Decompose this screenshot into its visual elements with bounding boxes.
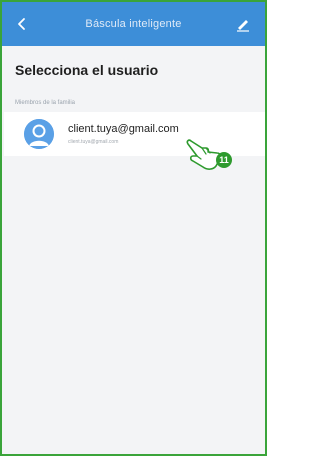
user-icon — [24, 119, 54, 149]
header-title: Báscula inteligente — [85, 18, 182, 30]
page-title: Selecciona el usuario — [15, 62, 159, 78]
section-label: Miembros de la familia — [15, 100, 76, 106]
top-bar: Báscula inteligente — [2, 2, 265, 46]
chevron-left-icon — [18, 18, 25, 30]
step-badge: 11 — [216, 152, 232, 168]
pencil-icon — [237, 20, 249, 32]
avatar — [24, 119, 54, 149]
app-screen: Báscula inteligente Selecciona el usuari… — [0, 0, 267, 456]
list-item-user[interactable]: client.tuya@gmail.com client.tuya@gmail.… — [4, 112, 265, 156]
edit-button[interactable] — [231, 12, 255, 36]
user-email: client.tuya@gmail.com — [68, 123, 179, 135]
back-button[interactable] — [10, 12, 34, 36]
user-subtitle: client.tuya@gmail.com — [68, 139, 119, 145]
